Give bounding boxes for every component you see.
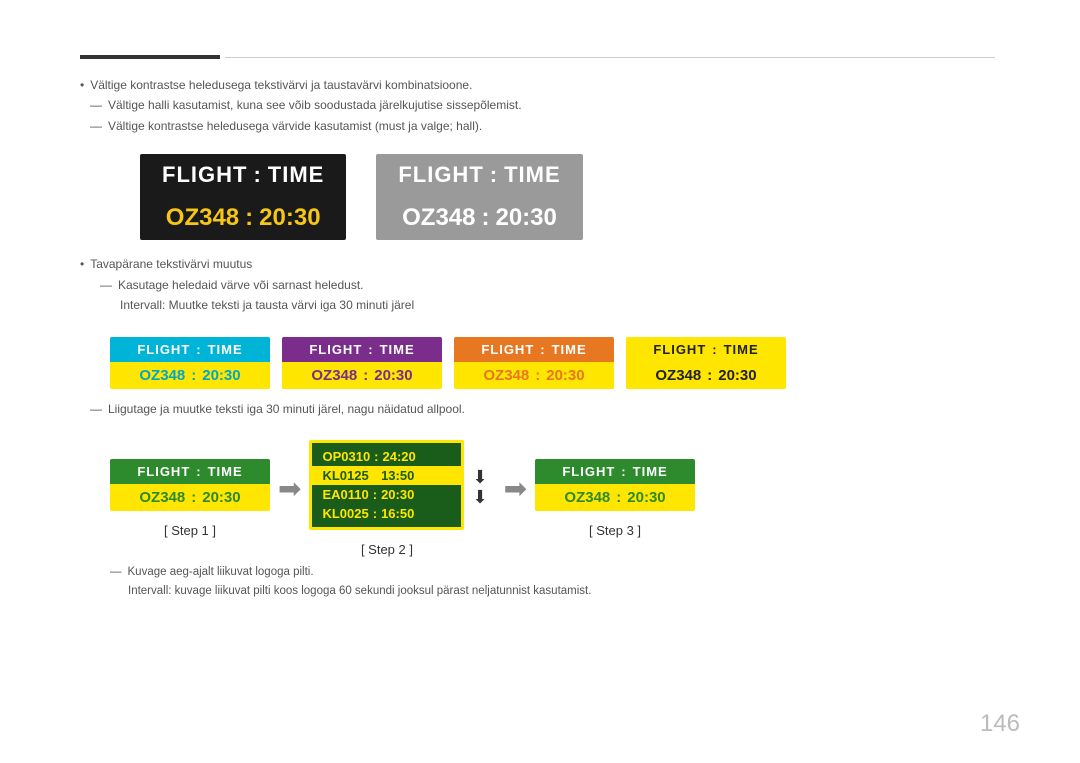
steps-dash-1: Liigutage ja muutke teksti iga 30 minuti… xyxy=(80,399,1000,419)
step-3-item: FLIGHT : TIME OZ348 : 20:30 [ Step 3 ] xyxy=(535,459,695,538)
middle-text-block: • Tavapärane tekstivärvi muutus Kasutage… xyxy=(80,254,1000,315)
bullet-1: • Vältige kontrastse heledusega tekstivä… xyxy=(80,75,1000,95)
dash-2: Vältige kontrastse heledusega värvide ka… xyxy=(80,116,1000,136)
card-gray-white-header: FLIGHT : TIME xyxy=(376,154,582,196)
scroll-row-0: OP0310 : 24:20 xyxy=(312,447,461,466)
bottom-dash-1: Kuvage aeg-ajalt liikuvat logoga pilti. xyxy=(110,563,1000,583)
arrow-right-2: ➡ xyxy=(504,472,527,505)
card-orange-yellow-header: FLIGHT : TIME xyxy=(454,337,614,362)
page-container: • Vältige kontrastse heledusega tekstivä… xyxy=(0,0,1080,763)
scroll-row-1: KL0125 : 13:50 xyxy=(312,466,461,485)
card-purple-yellow-data: OZ348 : 20:30 xyxy=(282,362,442,389)
card-dark-yellow: FLIGHT : TIME OZ348 : 20:30 xyxy=(140,154,346,240)
card-cyan-yellow-data: OZ348 : 20:30 xyxy=(110,362,270,389)
scroll-card: OP0310 : 24:20 KL0125 : 13:50 EA0110 : 2… xyxy=(309,440,464,530)
step-3-label: [ Step 3 ] xyxy=(589,523,641,538)
card-purple-yellow-header: FLIGHT : TIME xyxy=(282,337,442,362)
step-1-item: FLIGHT : TIME OZ348 : 20:30 [ Step 1 ] xyxy=(110,459,270,538)
card-orange-yellow-data: OZ348 : 20:30 xyxy=(454,362,614,389)
card-yellow-black: FLIGHT : TIME OZ348 : 20:30 xyxy=(626,337,786,389)
card-green-step1-data: OZ348 : 20:30 xyxy=(110,484,270,511)
large-cards-section: FLIGHT : TIME OZ348 : 20:30 FLIGHT : TIM… xyxy=(140,154,1000,240)
card-green-step3-header: FLIGHT : TIME xyxy=(535,459,695,484)
middle-dash-1: Kasutage heledaid värve või sarnast hele… xyxy=(80,275,1000,295)
card-yellow-black-header: FLIGHT : TIME xyxy=(626,337,786,362)
card-green-step3-data: OZ348 : 20:30 xyxy=(535,484,695,511)
middle-bullet-1: • Tavapärane tekstivärvi muutus xyxy=(80,254,1000,274)
card-dark-yellow-data: OZ348 : 20:30 xyxy=(140,196,346,240)
dash-1: Vältige halli kasutamist, kuna see võib … xyxy=(80,95,1000,115)
arrows-down: ⬇ ⬇ xyxy=(472,468,487,508)
top-line-dark xyxy=(80,55,220,59)
card-dark-yellow-header: FLIGHT : TIME xyxy=(140,154,346,196)
bottom-text-block: Kuvage aeg-ajalt liikuvat logoga pilti. … xyxy=(110,563,1000,602)
card-orange-yellow: FLIGHT : TIME OZ348 : 20:30 xyxy=(454,337,614,389)
card-cyan-yellow: FLIGHT : TIME OZ348 : 20:30 xyxy=(110,337,270,389)
middle-dash-2: Intervall: Muutke teksti ja tausta värvi… xyxy=(80,295,1000,315)
bottom-dash-2: Intervall: kuvage liikuvat pilti koos lo… xyxy=(110,582,1000,602)
card-gray-white: FLIGHT : TIME OZ348 : 20:30 xyxy=(376,154,582,240)
scroll-row-2: EA0110 : 20:30 xyxy=(312,485,461,504)
top-line-light xyxy=(225,57,995,58)
card-yellow-black-data: OZ348 : 20:30 xyxy=(626,362,786,389)
arrow-right-1: ➡ xyxy=(278,472,301,505)
step-1-label: [ Step 1 ] xyxy=(164,523,216,538)
step-2-item: OP0310 : 24:20 KL0125 : 13:50 EA0110 : 2… xyxy=(309,440,464,557)
small-cards-section: FLIGHT : TIME OZ348 : 20:30 FLIGHT : TIM… xyxy=(110,337,1000,389)
page-number: 146 xyxy=(980,710,1020,738)
card-green-step1-header: FLIGHT : TIME xyxy=(110,459,270,484)
step-2-label: [ Step 2 ] xyxy=(361,542,413,557)
card-gray-white-data: OZ348 : 20:30 xyxy=(376,196,582,240)
steps-section: FLIGHT : TIME OZ348 : 20:30 [ Step 1 ] ➡… xyxy=(110,440,1000,557)
card-green-step3: FLIGHT : TIME OZ348 : 20:30 xyxy=(535,459,695,511)
card-green-step1: FLIGHT : TIME OZ348 : 20:30 xyxy=(110,459,270,511)
scroll-row-3: KL0025 : 16:50 xyxy=(312,504,461,523)
card-cyan-yellow-header: FLIGHT : TIME xyxy=(110,337,270,362)
top-text-block: • Vältige kontrastse heledusega tekstivä… xyxy=(80,75,1000,136)
steps-text-block: Liigutage ja muutke teksti iga 30 minuti… xyxy=(80,399,1000,419)
card-purple-yellow: FLIGHT : TIME OZ348 : 20:30 xyxy=(282,337,442,389)
